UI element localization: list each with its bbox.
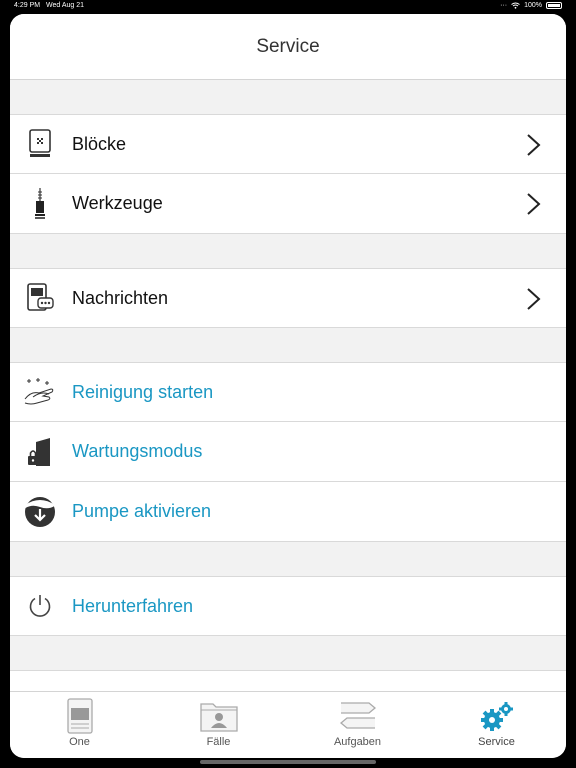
chevron-right-icon [527, 288, 541, 310]
tab-label: One [69, 736, 90, 748]
row-pumpe-aktivieren[interactable]: Pumpe aktivieren [10, 482, 566, 542]
status-date: Wed Aug 21 [46, 2, 85, 9]
gears-icon [477, 698, 517, 734]
row-wartungsmodus[interactable]: Wartungsmodus [10, 422, 566, 482]
tool-icon [22, 186, 58, 222]
section-spacer [10, 80, 566, 114]
row-reinigung-starten[interactable]: Reinigung starten [10, 362, 566, 422]
cleaning-icon [22, 374, 58, 410]
status-right: ··· 100% [500, 2, 562, 9]
device-frame: 4:29 PM Wed Aug 21 ··· 100% Service Blöc… [0, 0, 576, 768]
row-nachrichten[interactable]: Nachrichten [10, 268, 566, 328]
row-label: Herunterfahren [72, 595, 194, 616]
wifi-icon [511, 2, 520, 9]
battery-icon [546, 2, 562, 9]
tab-label: Fälle [206, 736, 231, 748]
row-label: Werkzeuge [72, 193, 163, 213]
maintenance-lock-icon [22, 434, 58, 470]
row-bloecke[interactable]: Blöcke [10, 114, 566, 174]
row-herunterfahren[interactable]: Herunterfahren [10, 576, 566, 636]
chevron-right-icon [527, 134, 541, 156]
page-title: Service [256, 35, 320, 57]
row-label: Nachrichten [72, 287, 169, 308]
row-label: Blöcke [72, 133, 127, 154]
device-icon [60, 698, 100, 734]
tab-service[interactable]: Service [427, 692, 566, 758]
messages-icon [22, 280, 58, 316]
home-indicator[interactable] [200, 760, 376, 764]
cellular-icon: ··· [500, 2, 508, 9]
status-time: 4:29 PM [14, 2, 41, 9]
tab-label: Aufgaben [333, 736, 382, 748]
row-label: Pumpe aktivieren [72, 501, 212, 521]
app-screen: Service Blöcke Werkzeuge Nachrichten Rei… [10, 14, 566, 758]
row-label: Wartungsmodus [72, 441, 203, 461]
blocks-icon [22, 126, 58, 162]
section-spacer [10, 328, 566, 362]
pump-icon [22, 494, 58, 530]
section-spacer [10, 234, 566, 268]
tab-faelle[interactable]: Fälle [149, 692, 288, 758]
row-label: Reinigung starten [72, 381, 214, 402]
section-spacer [10, 636, 566, 670]
nav-header: Service [10, 14, 566, 80]
tab-label: Service [478, 736, 515, 748]
tab-aufgaben[interactable]: Aufgaben [288, 692, 427, 758]
battery-percent: 100% [524, 2, 542, 9]
power-icon [22, 588, 58, 624]
chevron-right-icon [527, 193, 541, 215]
status-bar: 4:29 PM Wed Aug 21 ··· 100% [0, 0, 576, 14]
section-spacer [10, 542, 566, 576]
cases-folder-icon [199, 698, 239, 734]
tab-one[interactable]: One [10, 692, 149, 758]
row-werkzeuge[interactable]: Werkzeuge [10, 174, 566, 234]
tab-bar: One Fälle Aufgaben Service [10, 691, 566, 758]
tasks-arrows-icon [338, 698, 378, 734]
